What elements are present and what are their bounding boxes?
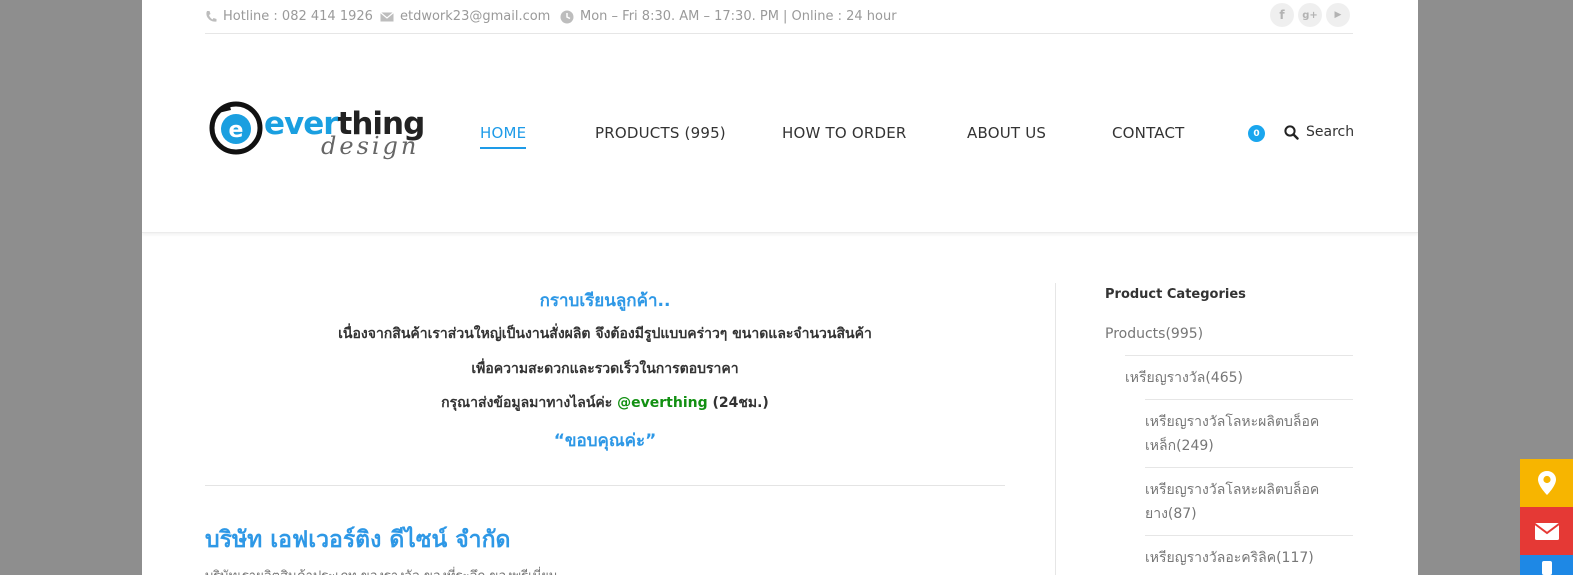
phone-icon bbox=[206, 11, 217, 22]
search-button[interactable]: Search bbox=[1284, 124, 1354, 140]
facebook-icon[interactable]: f bbox=[1270, 3, 1294, 27]
notice-line-2: เพื่อความสะดวกและรวดเร็วในการตอบราคา bbox=[471, 361, 739, 377]
mail-button[interactable] bbox=[1520, 507, 1573, 555]
search-label: Search bbox=[1306, 124, 1355, 140]
category-metal-rubber-block-medals[interactable]: เหรียญรางวัลโลหะผลิตบล็อค ยาง(87) bbox=[1145, 478, 1319, 526]
svg-text:e: e bbox=[229, 118, 244, 143]
nav-contact[interactable]: CONTACT bbox=[1112, 124, 1185, 142]
email-info[interactable]: etdwork23@gmail.com bbox=[380, 9, 550, 24]
category-medals[interactable]: เหรียญรางวัล(465) bbox=[1125, 366, 1243, 390]
category-separator bbox=[1145, 467, 1353, 468]
notice-greeting: กราบเรียนลูกค้า.. bbox=[539, 291, 671, 311]
mail-icon bbox=[380, 11, 394, 21]
youtube-icon[interactable]: ▶ bbox=[1326, 3, 1350, 27]
location-icon bbox=[1537, 471, 1556, 495]
category-acrylic-medals[interactable]: เหรียญรางวัลอะคริลิค(117) bbox=[1145, 546, 1314, 570]
company-description: บริษัทเราผลิตสินค้าประเภท ของรางวัล ของท… bbox=[205, 565, 557, 575]
logo-subtitle: design bbox=[321, 132, 420, 160]
hotline-text: Hotline : 082 414 1926 bbox=[223, 9, 373, 24]
sidebar-title: Product Categories bbox=[1105, 287, 1246, 302]
nav-how-to-order[interactable]: HOW TO ORDER bbox=[782, 124, 907, 142]
notice-line-1: เนื่องจากสินค้าเราส่วนใหญ่เป็นงานสั่งผลิ… bbox=[338, 326, 872, 342]
google-plus-icon[interactable]: g+ bbox=[1298, 3, 1322, 27]
location-button[interactable] bbox=[1520, 459, 1573, 507]
company-title: บริษัท เอฟเวอร์ติง ดีไซน์ จำกัด bbox=[205, 527, 511, 553]
site-header: e everthing design HOME PRODUCTS (995) H… bbox=[142, 34, 1418, 233]
content-divider bbox=[205, 485, 1005, 486]
phone-icon bbox=[1541, 561, 1552, 575]
phone-button[interactable] bbox=[1520, 555, 1573, 575]
logo[interactable]: e everthing design bbox=[209, 100, 429, 166]
line-id-link[interactable]: @everthing bbox=[617, 395, 707, 411]
hours-text: Mon – Fri 8:30. AM – 17:30. PM | Online … bbox=[580, 9, 897, 24]
nav-about-us[interactable]: ABOUT US bbox=[967, 124, 1046, 142]
nav-active-indicator bbox=[480, 147, 526, 149]
category-separator bbox=[1145, 399, 1353, 400]
sidebar-divider bbox=[1055, 283, 1056, 575]
clock-icon bbox=[560, 10, 574, 23]
page: Hotline : 082 414 1926 etdwork23@gmail.c… bbox=[142, 0, 1418, 575]
search-icon bbox=[1284, 124, 1299, 140]
category-products[interactable]: Products(995) bbox=[1105, 322, 1203, 346]
category-metal-steel-block-medals[interactable]: เหรียญรางวัลโลหะผลิตบล็อค เหล็ก(249) bbox=[1145, 410, 1319, 458]
top-bar: Hotline : 082 414 1926 etdwork23@gmail.c… bbox=[205, 0, 1353, 34]
nav-home[interactable]: HOME bbox=[480, 124, 526, 142]
nav-products[interactable]: PRODUCTS (995) bbox=[595, 124, 726, 142]
cart-count-badge[interactable]: 0 bbox=[1248, 125, 1265, 142]
email-text[interactable]: etdwork23@gmail.com bbox=[400, 9, 550, 24]
notice-line-3: กรุณาส่งข้อมูลมาทางไลน์ค่ะ @everthing (2… bbox=[441, 395, 769, 411]
logo-mark-icon: e bbox=[209, 101, 263, 155]
hours-info: Mon – Fri 8:30. AM – 17:30. PM | Online … bbox=[560, 9, 897, 24]
category-separator bbox=[1125, 355, 1353, 356]
notice-thanks: “ขอบคุณค่ะ” bbox=[553, 431, 657, 451]
category-separator bbox=[1145, 535, 1353, 536]
mail-icon bbox=[1533, 522, 1560, 540]
hotline-info: Hotline : 082 414 1926 bbox=[205, 9, 373, 24]
